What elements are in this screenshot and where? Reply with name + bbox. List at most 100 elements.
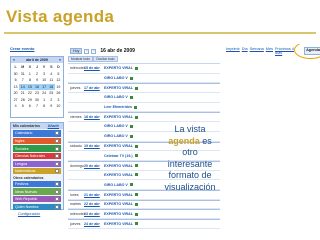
view-tab[interactable]: Imprimir [226,47,240,55]
callout-text: La vista agenda es otro interesante form… [160,124,220,193]
mini-calendar-prev[interactable]: « [13,58,15,62]
agenda-event-title: Leer Efemérides [104,105,132,110]
calendar-options-icon[interactable] [55,169,59,174]
agenda-event[interactable]: EXPERTO VIRAL [104,193,138,197]
mini-calendar-next[interactable]: » [59,58,61,62]
other-calendar-item[interactable]: Ideas Nuevas [13,188,61,195]
agenda-event-title: EXPERTO VIRAL [104,172,133,177]
agenda-event[interactable]: EXPERTO VIRAL [104,86,138,90]
agenda-event-title: GIRO LABO V [104,124,128,129]
other-calendar-item[interactable]: Quién Nombra [13,203,61,210]
calendar-options-icon[interactable] [55,154,59,159]
agenda-event-title: EXPERTO VIRAL [104,86,133,91]
calendar-label: Sociales [15,146,29,151]
agenda-event-title: Celebrar TV (19.) [104,153,133,158]
calendar-options-icon[interactable] [55,197,59,202]
today-button[interactable]: Hoy [70,48,83,54]
agenda-event-title: EXPERTO VIRAL [104,144,133,149]
calendar-label: Matemáticas [15,169,36,174]
agenda-event[interactable]: EXPERTO VIRAL [104,115,138,119]
agenda-date-link[interactable]: 19 de abr [84,144,102,148]
event-indicator-icon [133,105,137,109]
agenda-event[interactable]: EXPERTO VIRAL [104,222,138,226]
prev-button[interactable]: ‹ [84,48,90,54]
agenda-date-link[interactable]: 20 de abr [84,164,102,168]
mini-calendar-day[interactable]: 4 [12,103,19,110]
calendar-options-icon[interactable] [55,189,59,194]
agenda-row: Leer Efemérides [68,103,220,113]
agenda-weekday: miércoles [70,212,86,217]
agenda-date-link[interactable]: 17 de abr [84,86,102,90]
agenda-event[interactable]: EXPERTO VIRAL [104,66,138,70]
agenda-date-link[interactable]: 22 de abr [84,202,102,206]
calendar-options-icon[interactable] [55,138,59,143]
agenda-weekday: domingo [70,163,84,168]
calendar-options-icon[interactable] [55,204,59,209]
calendar-item[interactable]: Ciencias Naturales [13,152,61,160]
agenda-row: miércoles 23 de abr EXPERTO VIRAL [68,209,220,219]
calendar-options-icon[interactable] [55,182,59,187]
other-calendar-item[interactable]: Festivos [13,180,61,188]
event-indicator-icon [129,95,133,99]
agenda-date-link[interactable]: 15 de abr [84,66,102,70]
event-indicator-icon [134,164,138,168]
agenda-event[interactable]: EXPERTO VIRAL [104,212,138,216]
agenda-event[interactable]: GIRO LABO V [104,124,133,128]
agenda-event-title: EXPERTO VIRAL [104,192,133,197]
mini-calendar-day[interactable]: 6 [26,103,33,110]
view-tab[interactable]: Día [242,47,248,55]
agenda-row: viernes 18 de abr EXPERTO VIRAL [68,112,220,123]
agenda-event[interactable]: GIRO LABO V [104,95,133,99]
agenda-weekday: sábado [70,144,82,149]
agenda-event[interactable]: GIRO LABO V [104,134,133,138]
show-all-tab[interactable]: Mostrar todo [68,56,94,62]
other-calendars-header: Otros calendarios [13,175,44,180]
current-date: 16 abr de 2009 [100,48,135,54]
agenda-date-link[interactable]: 21 de abr [84,193,102,197]
agenda-event-title: GIRO LABO V [104,76,128,81]
calendar-label: Calendario [15,131,33,136]
calendar-label: Web Republic [15,197,38,202]
agenda-event[interactable]: Leer Efemérides [104,105,137,109]
calendar-item[interactable]: Sociales [13,145,61,152]
event-indicator-icon [134,144,138,148]
mini-calendar-day[interactable]: 5 [19,103,26,110]
calendar-item[interactable]: Ingles [13,137,61,145]
mini-calendar-day[interactable]: 8 [41,103,48,110]
view-tab[interactable]: Mes [266,47,273,55]
create-event-link[interactable]: Crear evento [10,46,34,51]
calendar-item[interactable]: Calendario [13,130,61,137]
agenda-date-link[interactable]: 23 de abr [84,212,102,216]
calendar-item[interactable]: Matemáticas [13,168,61,175]
event-indicator-icon [134,193,138,197]
agenda-weekday: miércoles [70,66,86,71]
agenda-event[interactable]: EXPERTO VIRAL [104,164,138,168]
agenda-event[interactable]: GIRO LABO V [104,183,133,187]
agenda-event[interactable]: EXPERTO VIRAL [104,144,138,148]
agenda-date-link[interactable]: 24 de abr [84,222,102,226]
event-indicator-icon [134,173,138,177]
callout-line5: formato de [168,170,212,180]
callout-line2: agenda es [160,136,220,148]
calendar-options-icon[interactable] [55,161,59,166]
calendar-options-icon[interactable] [55,146,59,151]
hide-all-tab[interactable]: Ocultar todo [93,56,118,62]
calendar-item[interactable]: Lengua [13,160,61,167]
next-button[interactable]: › [91,48,97,54]
calendar-options-icon[interactable] [55,131,59,136]
settings-link[interactable]: Configuración [18,212,40,216]
view-tab[interactable]: Semana [250,47,264,55]
agenda-event[interactable]: EXPERTO VIRAL [104,173,138,177]
agenda-date-link[interactable]: 18 de abr [84,115,102,119]
agenda-event[interactable]: Celebrar TV (19.) [104,154,138,158]
mini-calendar-day[interactable]: 9 [48,103,55,110]
agenda-row: GIRO LABO V [68,74,220,84]
other-calendar-item[interactable]: Web Republic [13,196,61,203]
mini-calendar-month: abril de 2009 [26,58,48,62]
mini-calendar-day[interactable]: 10 [55,103,62,110]
add-calendar-link[interactable]: Añadir [48,124,59,128]
calendar-label: Ciencias Naturales [15,154,46,159]
agenda-event[interactable]: GIRO LABO V [104,76,133,80]
agenda-event[interactable]: EXPERTO VIRAL [104,202,138,206]
mini-calendar-day[interactable]: 7 [33,103,40,110]
